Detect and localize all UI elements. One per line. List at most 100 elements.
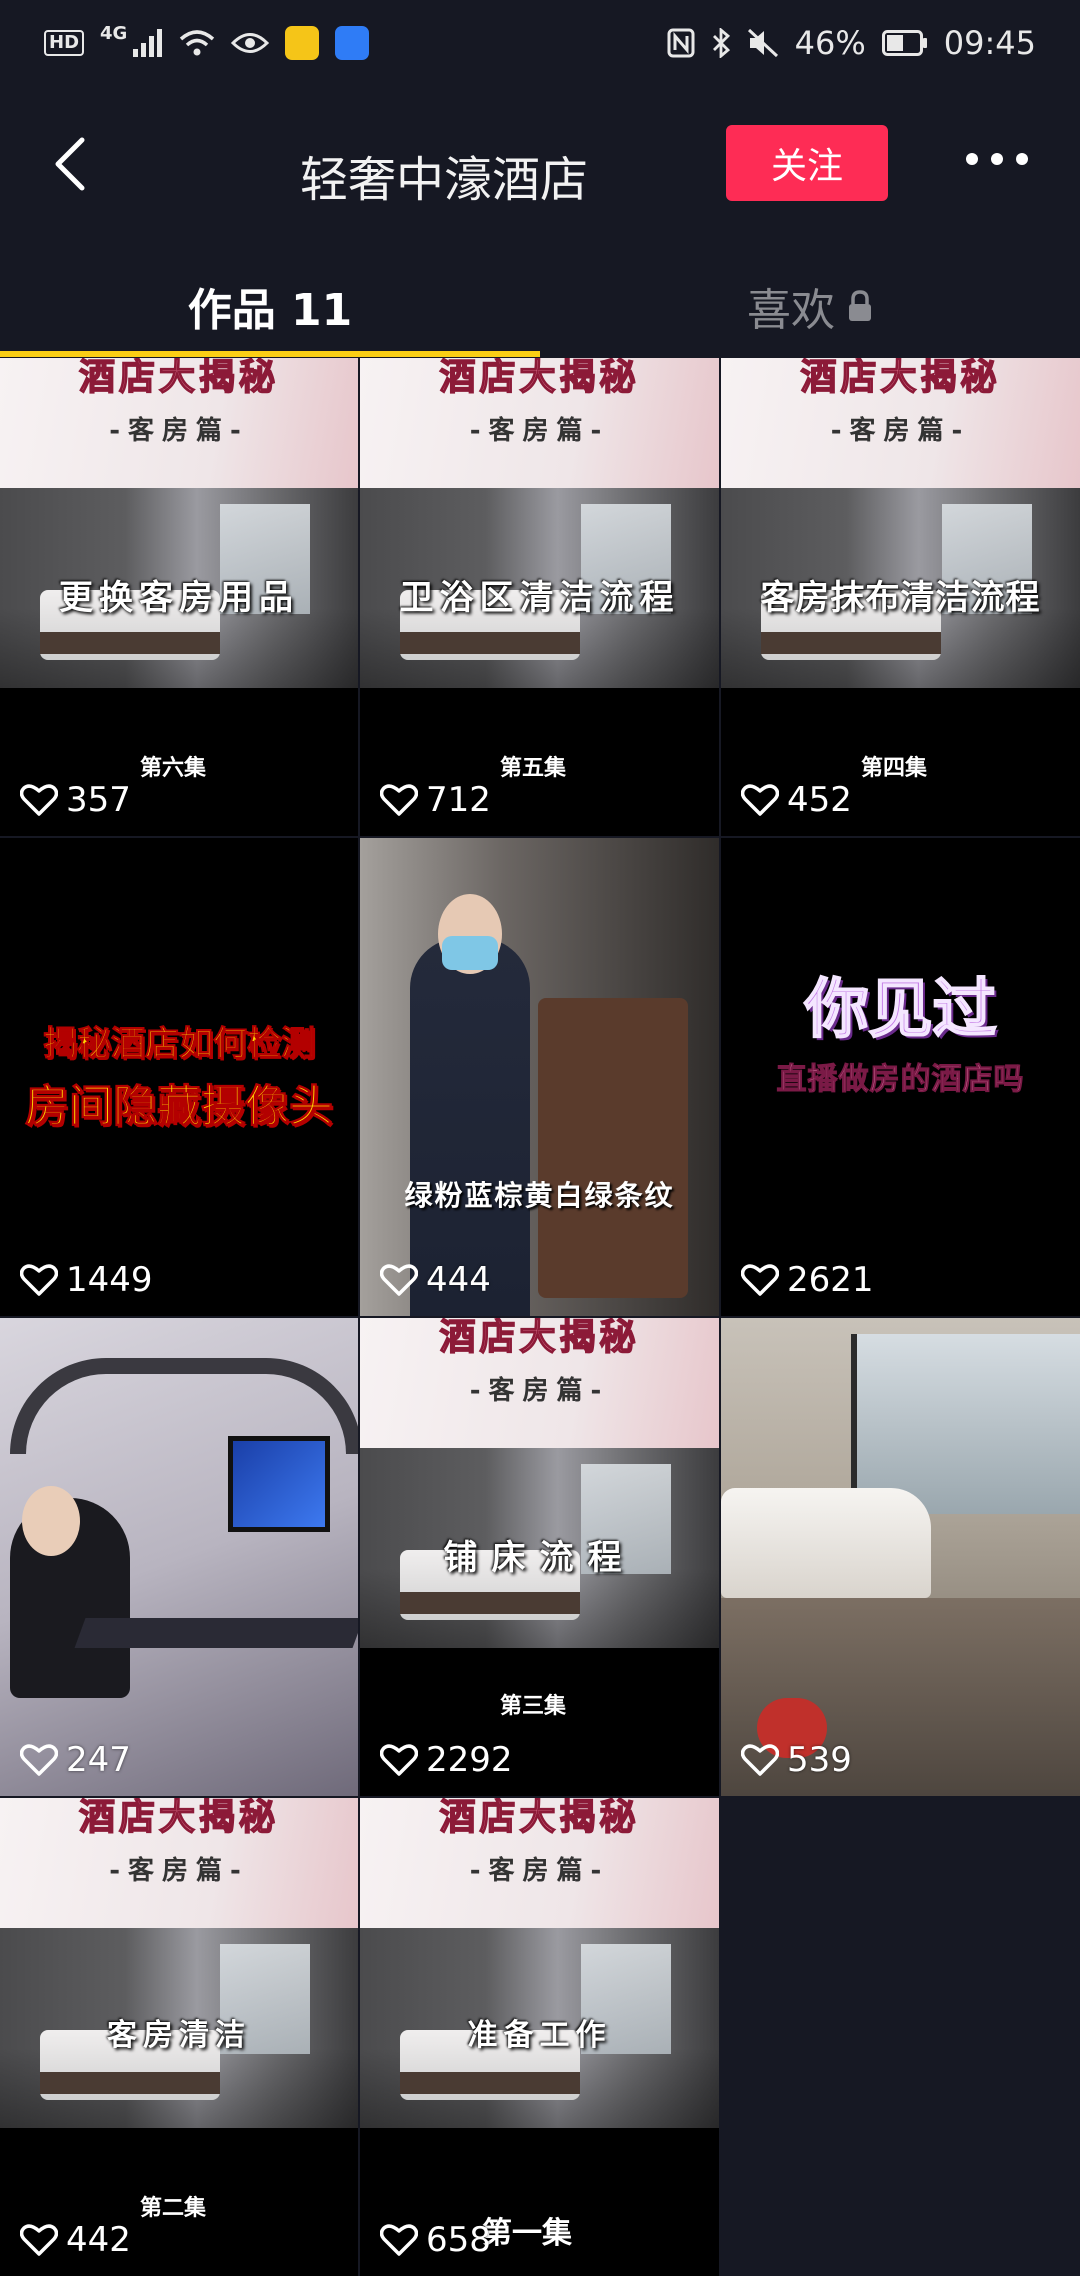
clock: 09:45: [943, 24, 1036, 62]
bed-throw: [400, 632, 580, 654]
chevron-left-icon: [55, 137, 85, 191]
series-subtitle: -客房篇-: [830, 416, 971, 446]
series-banner: 酒店大揭秘 -客房篇-: [721, 358, 1080, 488]
episode-label: 第五集: [500, 756, 567, 781]
video-overlay-text: 铺床流程: [443, 1538, 636, 1578]
series-subtitle: -客房篇-: [109, 1856, 249, 1886]
heart-icon: [20, 784, 58, 816]
like-count: 2292: [380, 1740, 513, 1780]
bed-throw: [761, 632, 941, 654]
heart-icon: [741, 784, 779, 816]
series-subtitle: -客房篇-: [469, 1376, 610, 1406]
video-thumbnail[interactable]: 酒店大揭秘 -客房篇- 客房清洁 第二集 442: [0, 1798, 358, 2276]
unmade-bed: [721, 1488, 931, 1598]
video-thumbnail[interactable]: 绿粉蓝棕黄白绿条纹 444: [360, 838, 719, 1316]
series-title: 酒店大揭秘: [439, 1798, 640, 1839]
page-title: 轻奢中濠酒店: [300, 152, 589, 208]
like-count: 658: [380, 2220, 491, 2260]
series-banner: 酒店大揭秘 -客房篇-: [360, 358, 719, 488]
like-count: 1449: [20, 1260, 153, 1300]
video-thumbnail[interactable]: 酒店大揭秘 -客房篇- 客房抹布清洁流程 第四集 452: [721, 358, 1080, 836]
like-count: 712: [380, 780, 491, 820]
cleaning-cloth-holder: [538, 998, 688, 1298]
bed-throw: [40, 2072, 220, 2094]
face-mask: [442, 936, 498, 970]
music-app-icon: [285, 26, 320, 60]
like-count: 539: [741, 1740, 852, 1780]
video-thumbnail[interactable]: 揭秘酒店如何检测 房间隐藏摄像头 1449: [0, 838, 358, 1316]
bluetooth-icon: [711, 28, 731, 58]
wifi-icon: [179, 29, 215, 57]
tab-indicator: [0, 351, 540, 357]
series-title: 酒店大揭秘: [439, 358, 640, 399]
like-count: 2621: [741, 1260, 874, 1300]
status-bar: HD 4G 46% 09:45: [0, 0, 1080, 86]
video-overlay-line2: 直播做房的酒店吗: [776, 1062, 1025, 1098]
tab-works[interactable]: 作品 11: [0, 274, 540, 338]
episode-label: 第一集: [482, 2216, 572, 2251]
episode-label: 第四集: [861, 756, 928, 781]
signal-icon: [133, 29, 163, 57]
video-overlay-line2: 房间隐藏摄像头: [25, 1081, 334, 1133]
heart-icon: [741, 1744, 779, 1776]
follow-button[interactable]: 关注: [726, 125, 888, 201]
video-thumbnail[interactable]: 247: [0, 1318, 358, 1796]
series-title: 酒店大揭秘: [439, 1318, 640, 1359]
back-button[interactable]: [44, 132, 104, 196]
bed-throw: [400, 2072, 580, 2094]
video-thumbnail[interactable]: 酒店大揭秘 -客房篇- 铺床流程 第三集 2292: [360, 1318, 719, 1796]
like-count-value: 2292: [426, 1740, 513, 1780]
status-right: 46% 09:45: [667, 24, 1036, 62]
video-thumbnail[interactable]: 酒店大揭秘 -客房篇- 卫浴区清洁流程 第五集 712: [360, 358, 719, 836]
video-overlay-text: 更换客房用品: [59, 578, 299, 618]
tab-likes[interactable]: 喜欢: [540, 274, 1080, 338]
video-thumbnail[interactable]: 酒店大揭秘 -客房篇- 更换客房用品 第六集 357: [0, 358, 358, 836]
video-overlay-text: 卫浴区清洁流程: [399, 578, 680, 618]
like-count-value: 1449: [66, 1260, 153, 1300]
heart-icon: [380, 1744, 418, 1776]
video-overlay-line1: 你见过: [804, 972, 998, 1048]
nfc-icon: [667, 28, 695, 58]
series-title: 酒店大揭秘: [78, 358, 279, 399]
like-count-value: 712: [426, 780, 491, 820]
episode-label: 第六集: [140, 756, 207, 781]
mute-icon: [747, 28, 779, 58]
series-title: 酒店大揭秘: [78, 1798, 279, 1839]
like-count-value: 247: [66, 1740, 131, 1780]
series-banner: 酒店大揭秘 -客房篇-: [0, 1798, 358, 1928]
video-thumbnail[interactable]: 酒店大揭秘 -客房篇- 准备工作 第一集 658: [360, 1798, 719, 2276]
video-thumbnail[interactable]: 你见过 直播做房的酒店吗 2621: [721, 838, 1080, 1316]
tab-likes-label: 喜欢: [747, 285, 835, 336]
series-subtitle: -客房篇-: [469, 1856, 610, 1886]
battery-percent: 46%: [794, 24, 866, 62]
video-thumbnail[interactable]: 539: [721, 1318, 1080, 1796]
monitor-screen: [228, 1436, 330, 1532]
profile-tabs: 作品 11 喜欢: [0, 248, 1080, 358]
heart-icon: [20, 1744, 58, 1776]
like-count-value: 442: [66, 2220, 131, 2260]
series-banner: 酒店大揭秘 -客房篇-: [360, 1318, 719, 1448]
heart-icon: [380, 1264, 418, 1296]
video-overlay-text: 客房抹布清洁流程: [760, 578, 1041, 618]
status-left: HD 4G: [44, 23, 370, 60]
like-count: 452: [741, 780, 852, 820]
heart-icon: [20, 1264, 58, 1296]
desk: [74, 1618, 358, 1648]
profile-header: 轻奢中濠酒店 关注: [0, 100, 1080, 230]
like-count-value: 2621: [787, 1260, 874, 1300]
like-count: 444: [380, 1260, 491, 1300]
episode-label: 第三集: [500, 1694, 567, 1719]
series-subtitle: -客房篇-: [109, 416, 249, 446]
more-button[interactable]: [962, 144, 1032, 174]
empty-grid-slot: [721, 1798, 1080, 2276]
more-dots-icon: [966, 153, 1028, 165]
bed-throw: [40, 632, 220, 654]
like-count-value: 444: [426, 1260, 491, 1300]
like-count-value: 452: [787, 780, 852, 820]
heart-icon: [741, 1264, 779, 1296]
episode-label: 第二集: [140, 2196, 207, 2221]
video-overlay-line1: 揭秘酒店如何检测: [43, 1024, 316, 1065]
battery-icon: [881, 30, 928, 56]
series-title: 酒店大揭秘: [800, 358, 1001, 399]
video-caption: 绿粉蓝棕黄白绿条纹: [404, 1179, 675, 1212]
